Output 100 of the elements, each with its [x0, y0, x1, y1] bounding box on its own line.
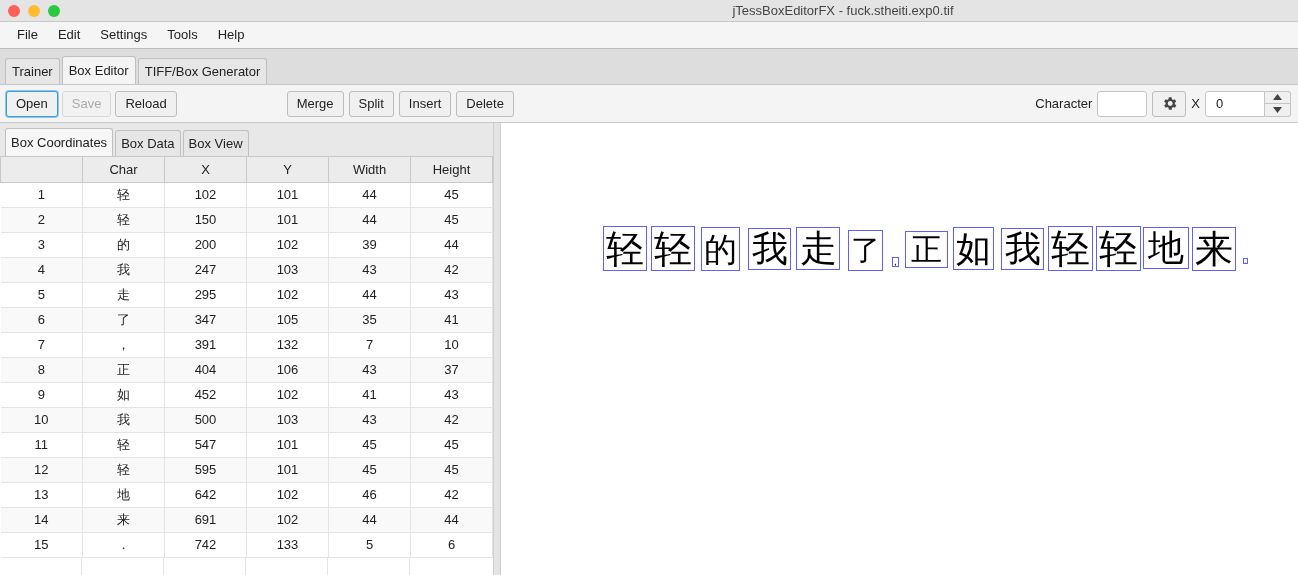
table-cell: 如 [82, 382, 165, 408]
glyph-text: 的 [704, 232, 737, 266]
down-arrow-icon[interactable] [1273, 106, 1282, 113]
table-cell: 37 [410, 357, 493, 383]
table-cell: 102 [246, 282, 329, 308]
table-cell: 4 [0, 257, 83, 283]
table-cell: ， [82, 332, 165, 358]
spinner-buttons[interactable] [1265, 90, 1291, 117]
table-cell: 103 [246, 257, 329, 283]
glyph-text: 地 [1148, 230, 1184, 266]
table-cell: 44 [328, 282, 411, 308]
table-cell: 200 [164, 232, 247, 258]
table-cell: 42 [410, 482, 493, 508]
table-cell: 8 [0, 357, 83, 383]
column-header[interactable]: Width [328, 156, 411, 183]
toolbar-button[interactable]: Reload [115, 90, 177, 117]
table-cell: 102 [246, 482, 329, 508]
table-cell: 391 [164, 332, 247, 358]
glyph-text: 正 [911, 234, 942, 265]
splitter[interactable] [493, 123, 501, 575]
table-cell: 595 [164, 457, 247, 483]
character-field[interactable] [1097, 90, 1148, 117]
table-cell: 43 [328, 407, 411, 433]
table-cell: 45 [410, 457, 493, 483]
table-cell: 45 [410, 432, 493, 458]
minimize-window-button[interactable] [28, 4, 40, 17]
glyph-text: 轻 [654, 229, 692, 268]
table-cell: 我 [82, 407, 165, 433]
table-cell: 13 [0, 482, 83, 508]
table-cell: 的 [82, 232, 165, 258]
table-cell: 452 [164, 382, 247, 408]
tab[interactable]: TIFF/Box Generator [137, 58, 268, 84]
table-cell: 5 [0, 282, 83, 308]
maximize-window-button[interactable] [48, 4, 60, 17]
toolbar-button[interactable]: Delete [456, 90, 514, 117]
tab[interactable]: Box View [182, 130, 249, 156]
table-cell: 247 [164, 257, 247, 283]
column-header[interactable]: Char [82, 156, 165, 183]
menu-item[interactable]: File [7, 25, 48, 45]
table-cell: 101 [246, 457, 329, 483]
column-header[interactable] [0, 156, 83, 183]
up-arrow-icon[interactable] [1273, 94, 1282, 101]
character-label: Character [1035, 94, 1093, 113]
table-cell: 102 [164, 182, 247, 208]
table-cell: 132 [246, 332, 329, 358]
table-cell: 轻 [82, 182, 165, 208]
tab[interactable]: Box Data [115, 130, 181, 156]
window-title: jTessBoxEditorFX - fuck.stheiti.exp0.tif [732, 1, 954, 20]
table-cell: 我 [82, 257, 165, 283]
toolbar-button[interactable]: Merge [286, 90, 344, 117]
table-cell: 42 [410, 407, 493, 433]
table-cell: 45 [410, 207, 493, 233]
table-cell: 43 [328, 257, 411, 283]
table-cell: 547 [164, 432, 247, 458]
table-cell: 6 [410, 532, 493, 558]
table-cell: 44 [410, 507, 493, 533]
table-cell: 45 [328, 432, 411, 458]
table-cell: 3 [0, 232, 83, 258]
tab[interactable]: Trainer [5, 58, 60, 84]
column-header[interactable]: X [164, 156, 247, 183]
toolbar-button[interactable]: Split [348, 90, 394, 117]
table-cell: 15 [0, 532, 83, 558]
menu-item[interactable]: Tools [157, 25, 208, 45]
table-cell: 12 [0, 457, 83, 483]
table-cell: 7 [0, 332, 83, 358]
table-cell: 101 [246, 207, 329, 233]
table-cell: 43 [410, 282, 493, 308]
table-cell: 404 [164, 357, 247, 383]
table-cell: 1 [0, 182, 83, 208]
glyph-text: , [894, 258, 897, 266]
toolbar-button[interactable]: Insert [398, 90, 452, 117]
table-cell: 44 [328, 207, 411, 233]
table-cell: 101 [246, 182, 329, 208]
table-cell: 正 [82, 357, 165, 383]
table-cell: 103 [246, 407, 329, 433]
menu-item[interactable]: Edit [47, 25, 91, 45]
table-cell: 42 [410, 257, 493, 283]
table-cell: 691 [164, 507, 247, 533]
table-cell: 来 [82, 507, 165, 533]
menu-item[interactable]: Settings [90, 25, 158, 45]
tab[interactable]: Box Coordinates [5, 128, 114, 156]
table-cell: 地 [82, 482, 165, 508]
column-header[interactable]: Y [246, 156, 329, 183]
x-label: X [1191, 94, 1200, 113]
toolbar-button[interactable]: Open [6, 90, 58, 117]
menu-item[interactable]: Help [207, 25, 255, 45]
table-cell: 44 [410, 232, 493, 258]
table-cell: 347 [164, 307, 247, 333]
table-cell: 44 [328, 507, 411, 533]
table-cell: 46 [328, 482, 411, 508]
table-cell: 742 [164, 532, 247, 558]
tab[interactable]: Box Editor [61, 56, 136, 84]
glyph-text: 轻 [1099, 229, 1138, 268]
x-field[interactable]: 0 [1205, 90, 1265, 117]
table-cell: 101 [246, 432, 329, 458]
close-window-button[interactable] [8, 4, 20, 17]
glyph-text: 我 [1004, 231, 1041, 267]
settings-button[interactable] [1152, 90, 1187, 117]
table-cell: 44 [328, 182, 411, 208]
column-header[interactable]: Height [410, 156, 493, 183]
